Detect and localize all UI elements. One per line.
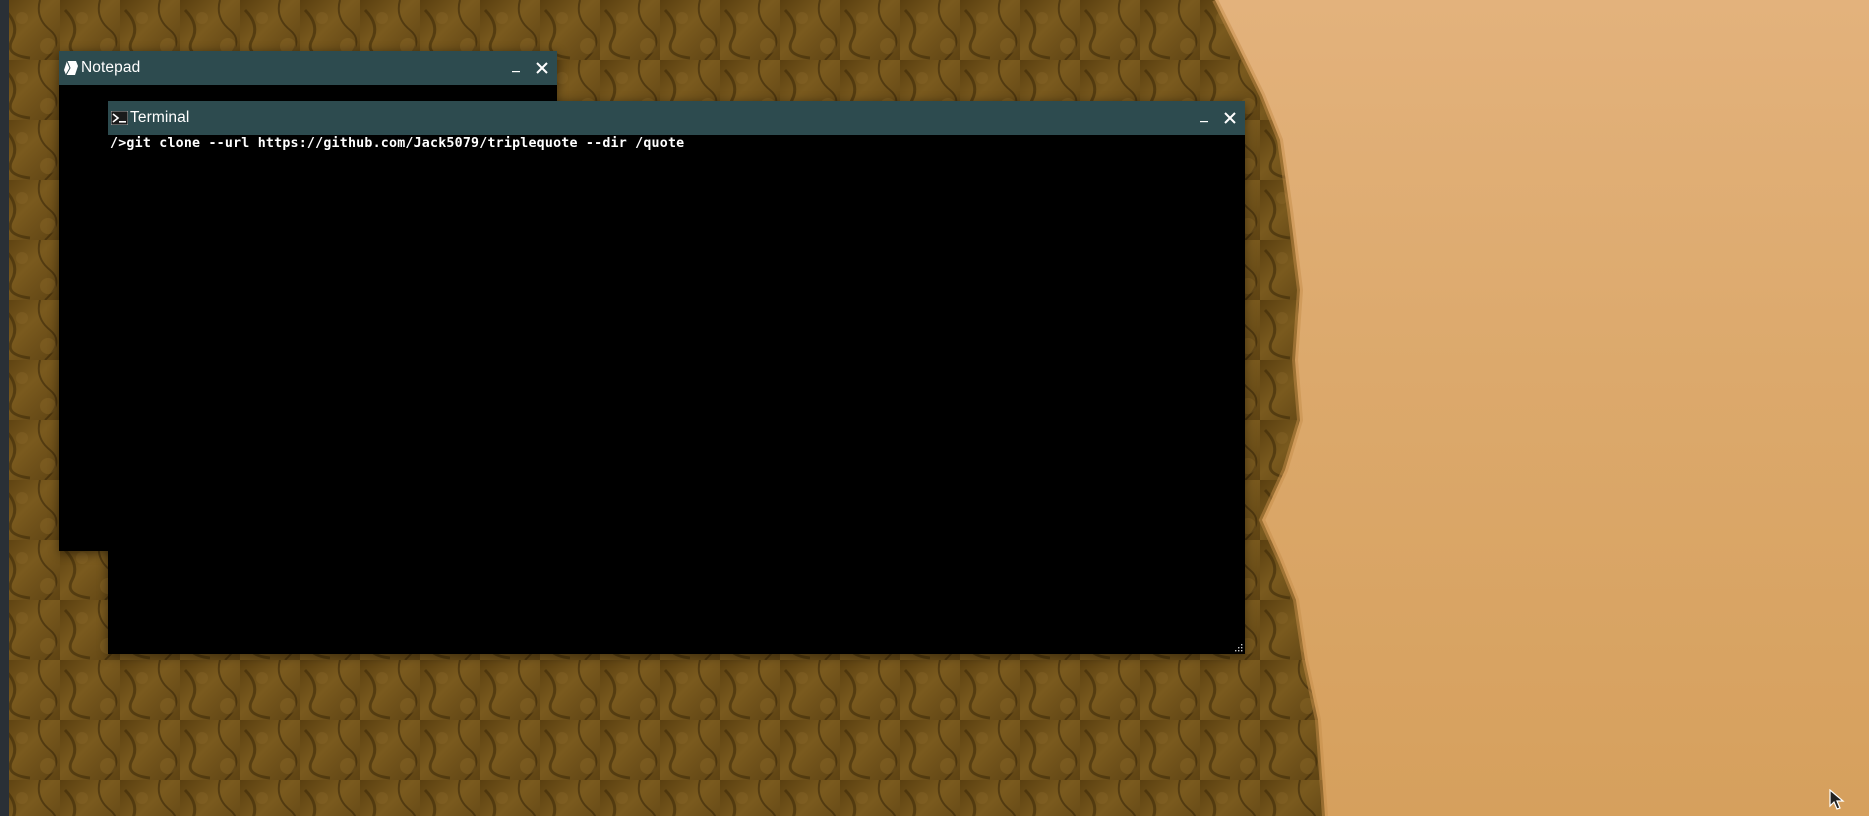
close-icon	[536, 62, 548, 74]
terminal-close-button[interactable]	[1217, 105, 1243, 131]
minimize-icon	[1200, 121, 1208, 123]
resize-grip-icon[interactable]	[1234, 643, 1243, 652]
notepad-close-button[interactable]	[529, 55, 555, 81]
close-icon	[1224, 112, 1236, 124]
mouse-cursor-icon	[1829, 789, 1845, 810]
notepad-icon	[62, 60, 79, 77]
terminal-title: Terminal	[130, 109, 190, 126]
terminal-minimize-button[interactable]	[1191, 105, 1217, 131]
terminal-window[interactable]: Terminal />git clone --url https://githu…	[108, 101, 1245, 654]
notepad-minimize-button[interactable]	[503, 55, 529, 81]
notepad-titlebar[interactable]: Notepad	[59, 51, 557, 85]
terminal-titlebar[interactable]: Terminal	[108, 101, 1245, 135]
terminal-output-area[interactable]	[108, 135, 1245, 654]
notepad-title: Notepad	[81, 59, 141, 76]
screen-edge	[0, 0, 9, 816]
minimize-icon	[512, 71, 520, 73]
terminal-command-line: />git clone --url https://github.com/Jac…	[110, 136, 685, 151]
terminal-prompt-icon	[111, 110, 128, 127]
